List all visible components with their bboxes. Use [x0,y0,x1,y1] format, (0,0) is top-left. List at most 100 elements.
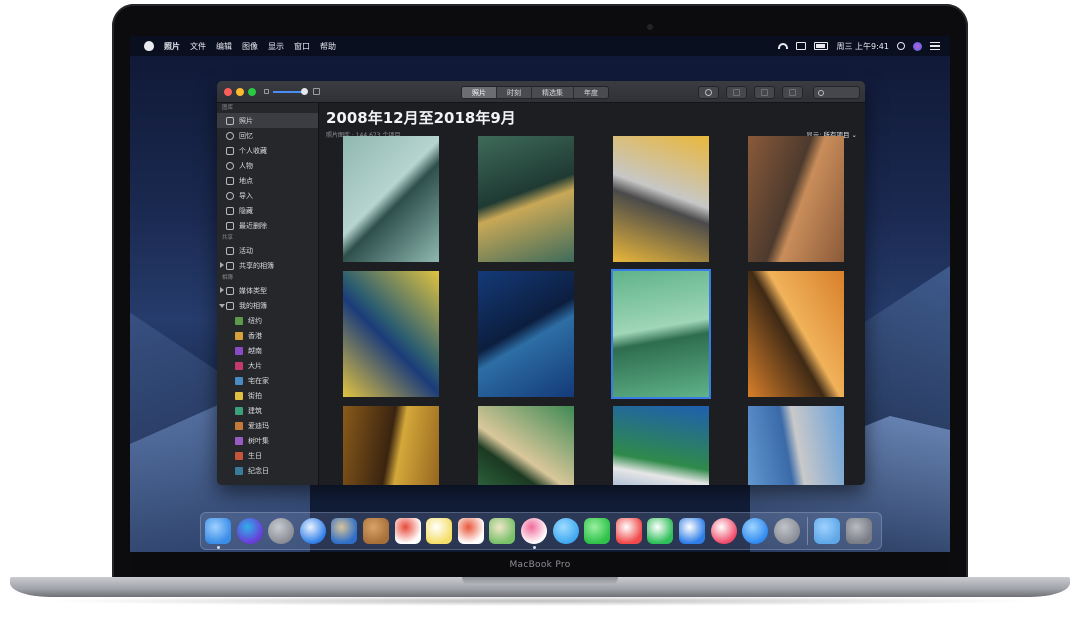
notes-icon[interactable] [426,518,453,544]
sidebar-item[interactable]: 我的相簿 [217,298,318,313]
sidebar-item[interactable]: 建筑 [217,403,318,418]
toolbar: 照片 时刻 精选集 年度 [217,81,865,103]
search-field[interactable] [813,86,860,99]
sidebar-item[interactable]: 越南 [217,343,318,358]
news-icon[interactable] [615,518,642,544]
fullscreen-button[interactable] [248,88,256,96]
apple-menu-icon[interactable] [144,41,154,51]
sidebar-item[interactable]: 回忆 [217,128,318,143]
airplay-icon[interactable] [796,42,807,50]
photo-orange-steps[interactable] [748,271,844,397]
sidebar-item[interactable]: 宅在家 [217,373,318,388]
launchpad-icon[interactable] [268,518,295,544]
keynote-icon[interactable] [678,518,705,544]
photo-building-blue[interactable] [613,406,709,485]
photo-yellow-zigzag[interactable] [343,271,439,397]
messages-icon[interactable] [552,518,579,544]
sidebar-item[interactable]: 活动 [217,243,318,258]
sidebar-item[interactable]: 最近删除 [217,218,318,233]
sidebar-item-label: 人物 [239,161,253,170]
numbers-icon[interactable] [647,518,674,544]
disclosure-triangle-icon[interactable] [220,262,224,268]
facetime-icon[interactable] [584,518,611,544]
menu-file[interactable]: 文件 [190,41,206,52]
photo-rust-rainbow[interactable] [748,136,844,262]
menu-edit[interactable]: 编辑 [216,41,232,52]
trash-icon[interactable] [845,518,872,544]
sidebar-item-label: 香港 [248,331,262,340]
menu-window[interactable]: 窗口 [294,41,310,52]
safari-icon[interactable] [299,518,326,544]
rotate-button[interactable] [782,86,803,99]
photo-wood-yellow[interactable] [343,406,439,485]
disclosure-triangle-icon[interactable] [219,304,225,308]
sidebar-item[interactable]: 爱迪玛 [217,418,318,433]
photos-window: 照片 时刻 精选集 年度 图库 照片 回忆 个人收藏 人物 地点 导入 隐藏 最近删除 共享 活动共… [217,81,865,485]
clock[interactable]: 周三 上午9:41 [836,41,889,52]
maps-icon[interactable] [489,518,516,544]
search-icon [818,90,824,96]
battery-icon[interactable] [814,42,829,50]
photo-teal-lamp[interactable] [343,136,439,262]
photos-icon[interactable] [520,518,547,549]
shadow [40,596,1040,606]
menu-view[interactable]: 显示 [268,41,284,52]
sidebar-item[interactable]: 导入 [217,188,318,203]
zoom-slider-fill [273,91,304,93]
photo-horse-statue[interactable] [748,406,844,485]
sidebar-item-label: 媒体类型 [239,286,267,295]
zoom-out-icon [264,89,269,94]
music-icon[interactable] [710,518,737,544]
sidebar-item[interactable]: 香港 [217,328,318,343]
close-button[interactable] [224,88,232,96]
zoom-slider-knob[interactable] [300,88,308,95]
photo-teal-object[interactable] [478,271,574,397]
finder-icon[interactable] [205,518,231,549]
sidebar-item[interactable]: 人物 [217,158,318,173]
sidebar-item[interactable]: 纽约 [217,313,318,328]
reminders-icon[interactable] [457,518,484,544]
sidebar-item[interactable]: 树叶集 [217,433,318,448]
sidebar-item[interactable]: 大片 [217,358,318,373]
sidebar-item[interactable]: 生日 [217,448,318,463]
minimize-button[interactable] [236,88,244,96]
info-button[interactable] [698,86,719,99]
sidebar-item[interactable]: 纪念日 [217,463,318,478]
mail-stamp-icon[interactable] [331,518,358,544]
wifi-icon[interactable] [778,43,789,49]
contacts-icon[interactable] [362,518,389,544]
disclosure-triangle-icon[interactable] [220,287,224,293]
sidebar-item[interactable]: 隐藏 [217,203,318,218]
sidebar-item-label: 回忆 [239,131,253,140]
sidebar-item[interactable]: 地点 [217,173,318,188]
notification-center-icon[interactable] [930,42,940,50]
sidebar-item[interactable]: 媒体类型 [217,283,318,298]
sidebar-item-label: 生日 [248,451,262,460]
downloads-folder-icon[interactable] [814,518,841,544]
siri-icon[interactable] [236,518,263,544]
sidebar-item[interactable]: 共享的相簿 [217,258,318,273]
menu-help[interactable]: 帮助 [320,41,336,52]
app-store-icon[interactable] [742,518,769,544]
system-preferences-icon[interactable] [773,518,800,544]
app-menu[interactable]: 照片 [164,41,180,52]
calendar-icon[interactable] [394,518,421,544]
tab-moments[interactable]: 时刻 [497,87,532,98]
photo-green-wedge[interactable] [478,136,574,262]
photo-shadow-yellow[interactable] [613,136,709,262]
photo-green-diagonal[interactable] [478,406,574,485]
menu-image[interactable]: 图像 [242,41,258,52]
favorite-button[interactable] [754,86,775,99]
share-button[interactable] [726,86,747,99]
tab-collections[interactable]: 精选集 [532,87,574,98]
siri-icon[interactable] [913,41,922,51]
sidebar-item[interactable]: 街拍 [217,388,318,403]
tab-photos[interactable]: 照片 [462,87,497,98]
sidebar-item[interactable]: 个人收藏 [217,143,318,158]
photo-green-pool[interactable] [611,269,711,399]
spotlight-icon[interactable] [897,42,905,50]
sidebar-item[interactable]: 照片 [217,113,318,128]
screen: 照片 文件 编辑 图像 显示 窗口 帮助 周三 上午9:41 照片 时刻 精选集… [130,36,950,552]
sidebar-item-label: 地点 [239,176,253,185]
tab-years[interactable]: 年度 [574,87,608,98]
